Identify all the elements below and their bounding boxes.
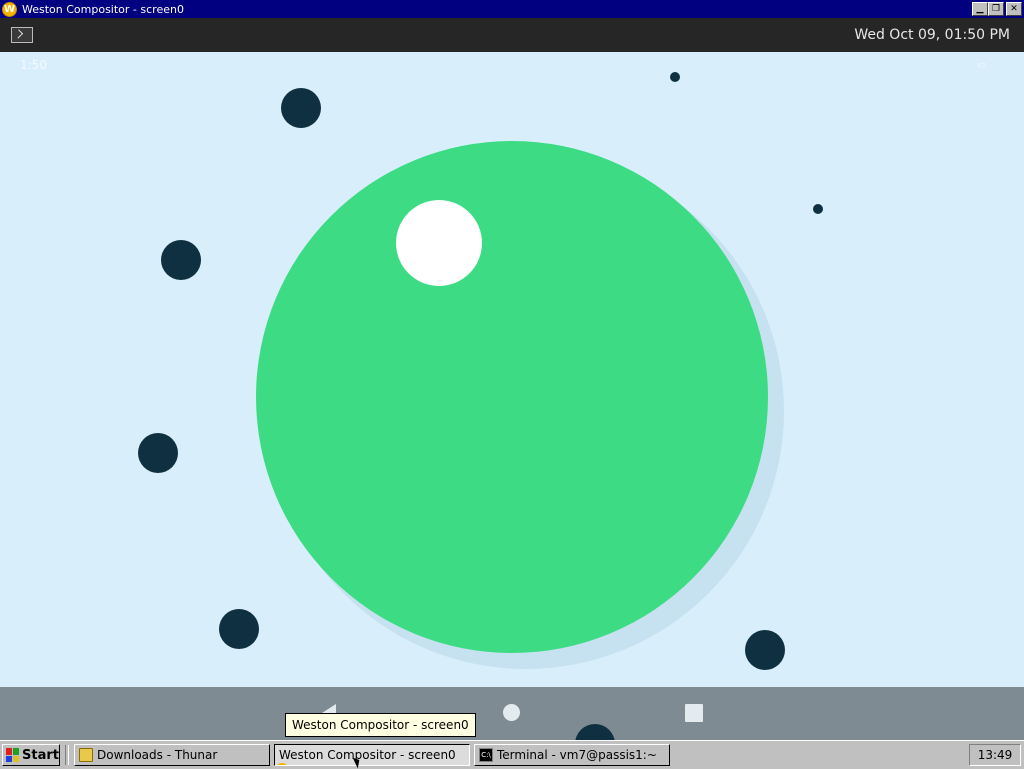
minimize-button[interactable]: ▁ [972, 2, 988, 16]
system-tray-clock[interactable]: 13:49 [969, 744, 1021, 766]
task-label: Terminal - vm7@passis1:~ [497, 748, 657, 762]
window-titlebar[interactable]: W Weston Compositor - screen0 ▁ ❐ ✕ [0, 0, 1024, 18]
taskbar-tooltip: Weston Compositor - screen0 [285, 713, 476, 737]
task-label: Downloads - Thunar [97, 748, 218, 762]
folder-icon [79, 748, 93, 762]
battery-icon: ▭ [977, 60, 987, 71]
decor-dot [219, 609, 259, 649]
decor-dot [161, 240, 201, 280]
decor-dot [138, 433, 178, 473]
restore-button[interactable]: ❐ [988, 2, 1004, 16]
recents-icon[interactable] [685, 704, 703, 722]
task-button-weston[interactable]: W Weston Compositor - screen0 [274, 744, 470, 766]
decor-dot [281, 88, 321, 128]
decor-dot [813, 204, 823, 214]
decor-dot [745, 630, 785, 670]
android-nav-bar [0, 687, 1024, 740]
weston-panel: Wed Oct 09, 01:50 PM [0, 18, 1024, 52]
highlight-circle [396, 200, 482, 286]
close-button[interactable]: ✕ [1006, 2, 1022, 16]
window-controls: ▁ ❐ ✕ [972, 2, 1022, 16]
weston-icon: W [275, 763, 289, 765]
taskbar: Start Downloads - Thunar W Weston Compos… [0, 740, 1024, 768]
weston-screen: Wed Oct 09, 01:50 PM 1:50 ▭ [0, 18, 1024, 740]
windows-logo-icon [6, 748, 20, 762]
terminal-launcher-icon[interactable] [11, 27, 33, 43]
decor-dot [575, 724, 615, 740]
tray-clock: 13:49 [977, 748, 1013, 762]
window-title: Weston Compositor - screen0 [22, 2, 184, 16]
start-label: Start [22, 747, 59, 763]
status-bar-time: 1:50 [20, 58, 47, 72]
start-button[interactable]: Start [2, 744, 60, 766]
decor-dot [670, 72, 680, 82]
home-icon[interactable] [503, 704, 520, 721]
task-button-thunar[interactable]: Downloads - Thunar [74, 744, 270, 766]
task-label: Weston Compositor - screen0 [279, 748, 456, 762]
terminal-icon: C:\ [479, 748, 493, 762]
weston-icon[interactable]: W [2, 1, 17, 17]
task-button-terminal[interactable]: C:\ Terminal - vm7@passis1:~ [474, 744, 670, 766]
panel-clock: Wed Oct 09, 01:50 PM [854, 27, 1010, 43]
taskbar-separator [65, 745, 69, 765]
android-boot-circle [256, 141, 768, 653]
